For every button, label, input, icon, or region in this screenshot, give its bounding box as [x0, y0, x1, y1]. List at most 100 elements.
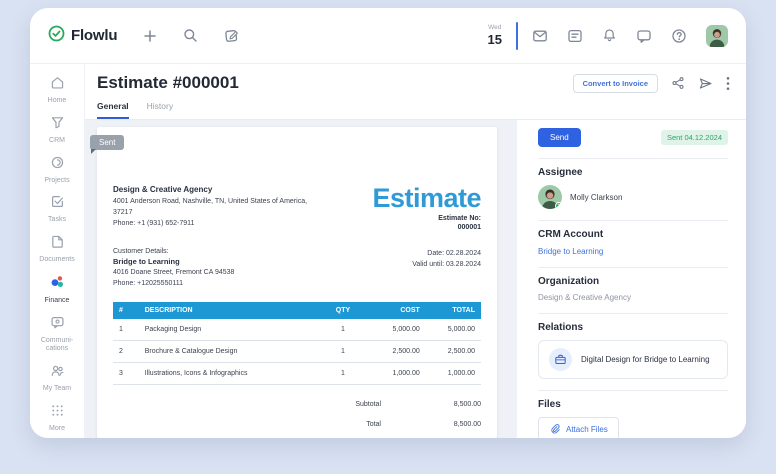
customer-address: 4016 Doane Street, Fremont CA 94538: [113, 268, 234, 279]
company-details: Design & Creative Agency 4001 Anderson R…: [113, 185, 341, 231]
brand-name: Flowlu: [71, 27, 117, 44]
topbar: Flowlu Wed 15: [30, 8, 746, 64]
doc-title-block: Estimate Estimate No: 000001: [372, 185, 481, 231]
estimate-document: Sent Design & Creative Agency 4001 Ander…: [97, 127, 497, 438]
company-name: Design & Creative Agency: [113, 185, 341, 194]
attach-files-button[interactable]: Attach Files: [538, 417, 619, 438]
sidebar-item-home[interactable]: Home: [30, 75, 84, 106]
sidebar: Home CRM Projects Tasks Documents Financ…: [30, 64, 85, 438]
app-body: Home CRM Projects Tasks Documents Financ…: [30, 64, 746, 438]
customer-label: Customer Details:: [113, 248, 234, 255]
table-header-row: # DESCRIPTION QTY COST TOTAL: [113, 302, 481, 319]
flowlu-logo-icon: [48, 25, 65, 47]
notes-icon[interactable]: [567, 28, 583, 44]
mail-icon[interactable]: [532, 28, 548, 44]
total-value: 8,500.00: [381, 421, 481, 428]
sidebar-item-documents[interactable]: Documents: [30, 234, 84, 265]
sidebar-item-communications[interactable]: Communi-cations: [30, 315, 84, 355]
total-label: Total: [366, 421, 381, 428]
sidebar-item-finance[interactable]: Finance: [30, 274, 84, 306]
assignee-heading: Assignee: [538, 167, 728, 178]
divider: [538, 390, 728, 391]
sidebar-item-projects[interactable]: Projects: [30, 155, 84, 186]
compose-icon[interactable]: [224, 28, 239, 43]
crm-account-link[interactable]: Bridge to Learning: [538, 247, 728, 256]
tag-fold: [91, 149, 96, 154]
date-day: 15: [488, 33, 502, 46]
table-row: 3 Illustrations, Icons & Infographics 1 …: [113, 362, 481, 384]
status-tag: Sent: [90, 135, 124, 150]
col-total: TOTAL: [426, 302, 481, 319]
page-title: Estimate #000001: [97, 73, 239, 93]
doc-dates: Date: 02.28.2024 Valid until: 03.28.2024: [412, 248, 481, 290]
totals-block: Subtotal 8,500.00 Total 8,500.00: [113, 401, 481, 428]
customer-phone: Phone: +12025550111: [113, 279, 234, 290]
briefcase-icon: [549, 348, 572, 371]
app-window: Flowlu Wed 15: [30, 8, 746, 438]
calendar-date[interactable]: Wed 15: [488, 25, 502, 46]
company-address-2: 37217: [113, 208, 341, 219]
add-button[interactable]: [143, 29, 157, 43]
header-actions: Convert to Invoice: [573, 74, 730, 93]
doc-no: 000001: [372, 224, 481, 231]
search-icon[interactable]: [183, 28, 198, 43]
share-icon[interactable]: [671, 76, 685, 90]
divider: [538, 158, 728, 159]
tab-bar: General History: [97, 101, 730, 119]
brand-logo[interactable]: Flowlu: [48, 25, 117, 47]
organization-heading: Organization: [538, 276, 728, 287]
relation-item[interactable]: Digital Design for Bridge to Learning: [538, 340, 728, 379]
help-icon[interactable]: [671, 28, 687, 44]
company-address-1: 4001 Anderson Road, Nashville, TN, Unite…: [113, 197, 341, 208]
send-plane-icon[interactable]: [698, 76, 713, 91]
main-area: Estimate #000001 Convert to Invoice: [85, 64, 746, 438]
date-weekday: Wed: [488, 25, 502, 32]
check-icon: [50, 194, 65, 214]
details-panel: Send Sent 04.12.2024 Assignee + Molly Cl…: [517, 120, 746, 438]
user-avatar[interactable]: [706, 25, 728, 47]
bell-icon[interactable]: [602, 28, 617, 43]
divider: [538, 220, 728, 221]
page-header: Estimate #000001 Convert to Invoice: [85, 64, 746, 119]
files-heading: Files: [538, 399, 728, 410]
assignee-avatar: +: [538, 185, 562, 209]
doc-title: Estimate: [372, 185, 481, 212]
document-icon: [50, 234, 65, 254]
team-icon: [50, 363, 65, 383]
organization-value: Design & Creative Agency: [538, 293, 728, 302]
company-phone: Phone: +1 (931) 652-7911: [113, 219, 341, 230]
paperclip-icon: [549, 423, 560, 436]
sent-date-badge: Sent 04.12.2024: [661, 130, 728, 145]
send-button[interactable]: Send: [538, 128, 581, 147]
tab-general[interactable]: General: [97, 101, 129, 119]
divider: [538, 313, 728, 314]
assignee-row[interactable]: + Molly Clarkson: [538, 185, 728, 209]
customer-details: Customer Details: Bridge to Learning 401…: [113, 248, 234, 290]
assignee-name: Molly Clarkson: [570, 193, 622, 202]
col-cost: COST: [371, 302, 426, 319]
doc-date: Date: 02.28.2024: [412, 248, 481, 259]
doc-valid-until: Valid until: 03.28.2024: [412, 259, 481, 270]
col-qty: QTY: [315, 302, 370, 319]
sidebar-item-more[interactable]: More: [30, 403, 84, 434]
date-divider: [516, 22, 518, 50]
sidebar-item-tasks[interactable]: Tasks: [30, 194, 84, 225]
kebab-menu-icon[interactable]: [726, 76, 730, 91]
relation-title: Digital Design for Bridge to Learning: [581, 355, 710, 364]
sidebar-item-my-team[interactable]: My Team: [30, 363, 84, 394]
tab-history[interactable]: History: [147, 101, 173, 119]
customer-name: Bridge to Learning: [113, 257, 234, 266]
chat-icon[interactable]: [636, 28, 652, 44]
convert-to-invoice-button[interactable]: Convert to Invoice: [573, 74, 658, 93]
status-plus-icon: +: [555, 202, 562, 209]
crm-account-heading: CRM Account: [538, 229, 728, 240]
relations-heading: Relations: [538, 322, 728, 333]
finance-icon: [49, 274, 65, 295]
col-description: DESCRIPTION: [139, 302, 316, 319]
projects-icon: [50, 155, 65, 175]
home-icon: [50, 75, 65, 95]
divider: [538, 267, 728, 268]
sidebar-item-crm[interactable]: CRM: [30, 115, 84, 146]
communications-icon: [50, 315, 65, 335]
doc-no-label: Estimate No:: [372, 215, 481, 222]
